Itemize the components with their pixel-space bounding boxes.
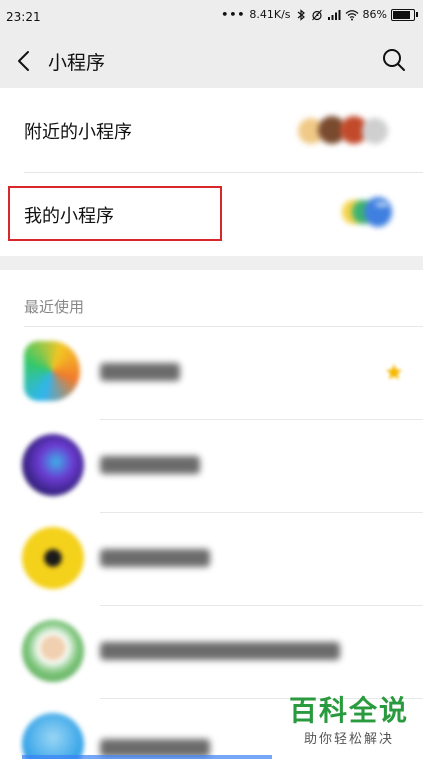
watermark: 百科全说 助你轻松解决 — [288, 694, 409, 748]
signal-icon — [327, 9, 341, 20]
section-gap — [0, 256, 423, 270]
app-icon-blue — [22, 713, 84, 759]
network-speed: 8.41K/s — [249, 8, 291, 21]
status-icons: ••• 8.41K/s 86% — [221, 8, 418, 21]
watermark-subtitle: 助你轻松解决 — [303, 732, 394, 747]
battery-icon — [391, 8, 418, 21]
status-time: 23:21 — [6, 10, 41, 24]
app-name-blurred — [100, 456, 200, 474]
nearby-mini-programs-label: 附近的小程序 — [24, 122, 132, 143]
wifi-icon — [345, 9, 358, 20]
back-arrow-icon[interactable] — [14, 48, 36, 74]
recent-app-row[interactable] — [0, 327, 423, 420]
navigation-bar: 小程序 — [0, 34, 423, 88]
mini-programs-screen: 23:21 ••• 8.41K/s 86% 小程序 附近的小程序 我的小程序 最… — [0, 0, 423, 759]
app-icon-purple — [22, 434, 84, 496]
recent-app-row[interactable] — [0, 420, 423, 513]
recent-section-title: 最近使用 — [24, 298, 85, 316]
nearby-mini-programs-item[interactable]: 附近的小程序 — [0, 88, 423, 173]
highlight-annotation-box — [8, 186, 222, 241]
star-icon — [386, 364, 402, 380]
more-dots-icon: ••• — [221, 8, 246, 21]
watermark-title: 百科全说 — [288, 694, 409, 727]
page-title: 小程序 — [48, 52, 106, 74]
bottom-accent-bar — [22, 755, 272, 759]
bluetooth-icon — [297, 8, 305, 21]
alarm-icon — [311, 9, 322, 20]
search-icon[interactable] — [381, 47, 407, 73]
app-icon-video — [24, 341, 80, 401]
status-bar: 23:21 ••• 8.41K/s 86% — [0, 0, 423, 34]
battery-percent: 86% — [362, 8, 387, 21]
recent-app-row[interactable] — [0, 606, 423, 699]
app-name-blurred — [100, 642, 340, 660]
recent-app-row[interactable] — [0, 513, 423, 606]
app-name-blurred — [100, 549, 210, 567]
app-name-blurred — [100, 363, 180, 381]
app-icon-green — [22, 620, 84, 682]
app-icon-yellow — [22, 527, 84, 589]
